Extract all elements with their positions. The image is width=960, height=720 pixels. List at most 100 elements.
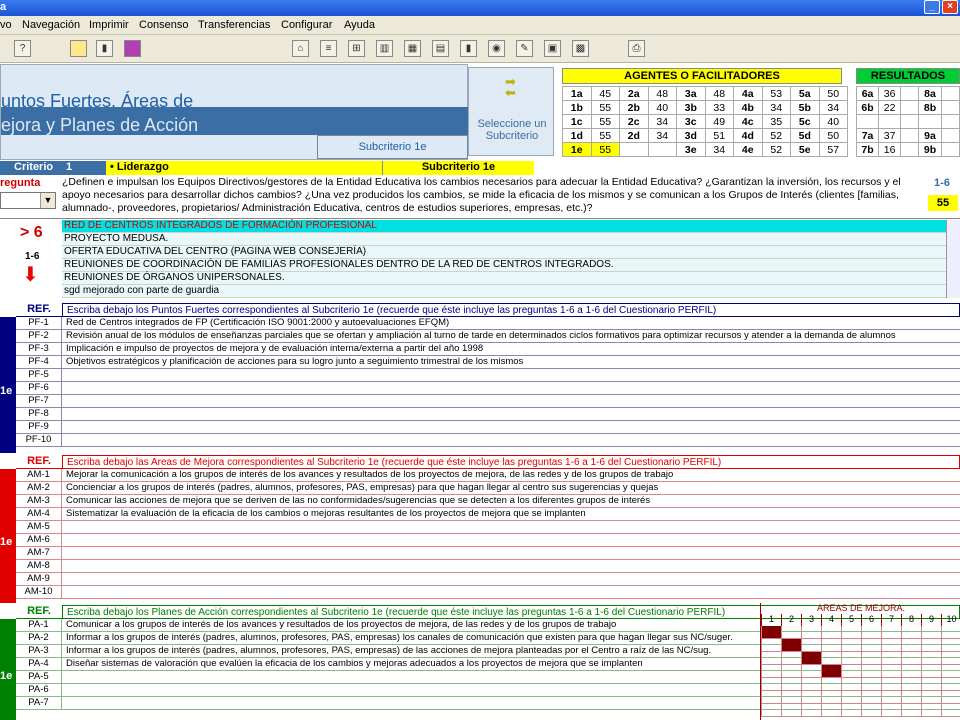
grid-cell[interactable] [861,639,881,652]
grid-cell[interactable] [861,626,881,639]
grid-cell[interactable] [921,691,941,704]
chevron-down-icon[interactable]: ▼ [40,193,55,208]
evidence-item[interactable]: sgd mejorado con parte de guardia [62,285,946,298]
grid-cell[interactable] [821,652,841,665]
result-cell[interactable]: 7a [855,128,880,143]
palette-icon[interactable]: ▩ [572,40,589,57]
grid-cell[interactable] [881,678,901,691]
grid-cell[interactable] [821,691,841,704]
result-cell[interactable] [900,100,920,115]
grid-cell[interactable] [801,652,821,665]
agent-value-cell[interactable]: 40 [647,100,677,115]
target-icon[interactable]: ◉ [488,40,505,57]
agent-value-cell[interactable]: 55 [590,128,620,143]
agent-value-cell[interactable]: 50 [818,86,848,101]
row-text-field[interactable]: Revisión anual de los módulos de enseñan… [66,330,956,342]
grid-cell[interactable] [781,652,801,665]
agent-code-cell[interactable] [619,142,649,157]
grid-cell[interactable] [821,704,841,717]
agent-code-cell[interactable]: 2d [619,128,649,143]
menu-imprimir[interactable]: Imprimir [89,19,129,31]
grid-cell[interactable] [921,665,941,678]
help-icon[interactable]: ? [14,40,31,57]
folder-icon[interactable] [70,40,87,57]
evidence-item[interactable]: REUNIONES DE ÓRGANOS UNIPERSONALES. [62,272,946,285]
grid-cell[interactable] [861,691,881,704]
agent-code-cell[interactable]: 4e [733,142,763,157]
door-icon[interactable]: ▮ [96,40,113,57]
grid-cell[interactable] [761,678,781,691]
menu-transferencias[interactable]: Transferencias [198,19,270,31]
grid-cell[interactable] [781,665,801,678]
grid-cell[interactable] [901,652,921,665]
agent-code-cell[interactable]: 5c [790,114,820,129]
row-text-field[interactable]: Comunicar a los grupos de interés de los… [66,619,756,631]
result-cell[interactable] [900,142,920,157]
result-cell[interactable] [900,86,920,101]
menu-archivo[interactable]: vo [0,19,12,31]
grid-cell[interactable] [761,652,781,665]
grid-cell[interactable] [801,626,821,639]
grid-cell[interactable] [901,704,921,717]
bar-chart-icon[interactable]: ▥ [376,40,393,57]
row-text-field[interactable]: Implicación e impulso de proyectos de me… [66,343,956,355]
grid-icon[interactable]: ▦ [404,40,421,57]
grid-cell[interactable] [861,652,881,665]
grid-cell[interactable] [761,665,781,678]
result-cell[interactable]: 8b [918,100,942,115]
grid-cell[interactable] [941,665,960,678]
agent-code-cell[interactable]: 3e [676,142,706,157]
grid-cell[interactable] [941,652,960,665]
select-subcriterio-button[interactable]: ➡ ⬅ Seleccione un Subcriterio [468,67,554,156]
grid-cell[interactable] [921,652,941,665]
evidence-item[interactable]: OFERTA EDUCATIVA DEL CENTRO (PAGINA WEB … [62,246,946,259]
agent-code-cell[interactable]: 4a [733,86,763,101]
agent-code-cell[interactable]: 3c [676,114,706,129]
result-cell[interactable] [900,114,920,129]
grid-cell[interactable] [941,626,960,639]
agent-code-cell[interactable]: 3d [676,128,706,143]
grid-cell[interactable] [761,691,781,704]
agent-value-cell[interactable]: 55 [590,142,620,157]
grid-cell[interactable] [901,639,921,652]
result-cell[interactable]: 9b [918,142,942,157]
grid-cell[interactable] [781,639,801,652]
result-cell[interactable]: 9a [918,128,942,143]
book-icon[interactable] [124,40,141,57]
result-cell[interactable]: 37 [878,128,902,143]
row-text-field[interactable]: Red de Centros integrados de FP (Certifi… [66,317,956,329]
grid-cell[interactable] [841,626,861,639]
grid-cell[interactable] [901,665,921,678]
grid-cell[interactable] [801,665,821,678]
evidence-item[interactable]: RED DE CENTROS INTEGRADOS DE FORMACIÓN P… [62,220,946,233]
row-text-field[interactable]: Concienciar a los grupos de interés (pad… [66,482,956,494]
row-text-field[interactable]: Informar a los grupos de interés (padres… [66,645,756,657]
result-cell[interactable]: 16 [878,142,902,157]
grid-cell[interactable] [881,691,901,704]
table-icon[interactable]: ▤ [432,40,449,57]
close-button[interactable]: × [942,0,958,14]
agent-code-cell[interactable]: 2b [619,100,649,115]
grid-cell[interactable] [841,691,861,704]
agent-value-cell[interactable]: 52 [761,142,791,157]
row-text-field[interactable]: Mejorar la comunicación a los grupos de … [66,469,956,481]
grid-cell[interactable] [921,626,941,639]
grid-cell[interactable] [941,704,960,717]
result-cell[interactable]: 7b [855,142,880,157]
agent-value-cell[interactable]: 45 [590,86,620,101]
agent-value-cell[interactable]: 48 [647,86,677,101]
agent-value-cell[interactable]: 51 [704,128,734,143]
agent-code-cell[interactable]: 4b [733,100,763,115]
evidence-scrollbar[interactable] [946,220,960,298]
agent-value-cell[interactable]: 35 [761,114,791,129]
home-icon[interactable]: ⌂ [292,40,309,57]
agent-value-cell[interactable]: 55 [590,114,620,129]
agent-code-cell[interactable]: 1a [562,86,592,101]
tree-icon[interactable]: ⊞ [348,40,365,57]
grid-cell[interactable] [921,704,941,717]
grid-cell[interactable] [941,678,960,691]
agent-value-cell[interactable]: 50 [818,128,848,143]
agent-code-cell[interactable]: 4c [733,114,763,129]
grid-cell[interactable] [801,704,821,717]
agent-code-cell[interactable]: 3a [676,86,706,101]
